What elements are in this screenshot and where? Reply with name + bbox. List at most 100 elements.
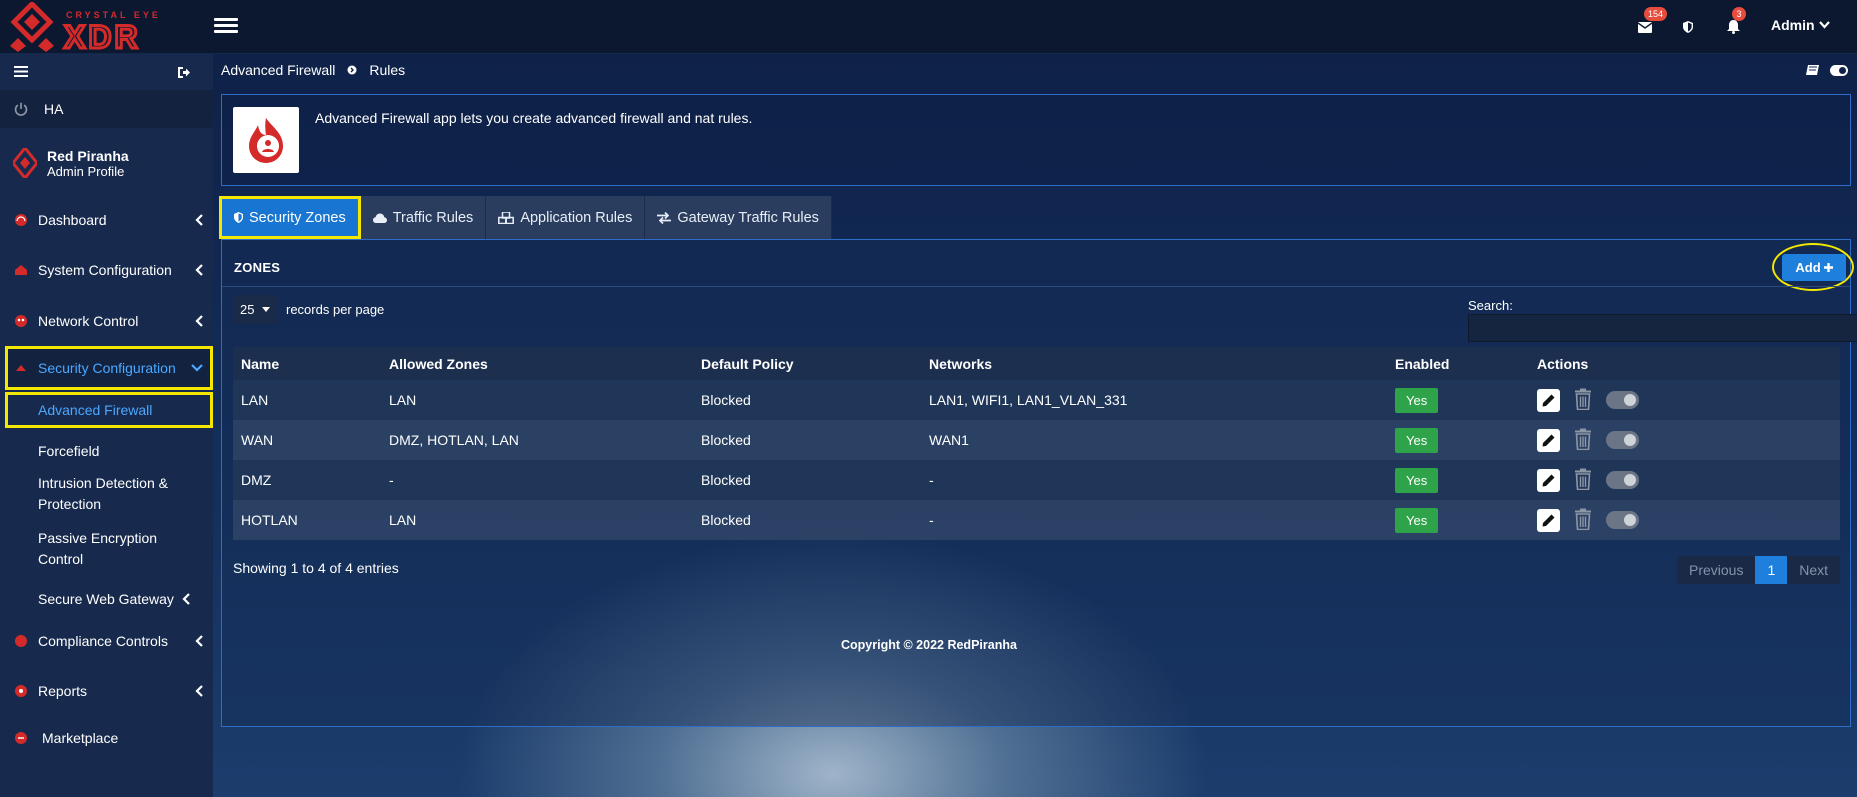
column-header-networks[interactable]: Networks [921, 347, 1387, 380]
delete-button[interactable] [1574, 468, 1592, 493]
security-shield-button[interactable] [1677, 16, 1699, 38]
tab-traffic-rules[interactable]: Traffic Rules [360, 196, 487, 239]
records-per-page-value: 25 [240, 302, 255, 317]
sidebar-subitem-label: Intrusion Detection & [38, 475, 168, 491]
table-row: WAN DMZ, HOTLAN, LAN Blocked WAN1 Yes [233, 420, 1840, 460]
sidebar-item-reports[interactable]: Reports [0, 672, 213, 710]
sidebar-menu-icon[interactable] [14, 66, 28, 77]
search-input[interactable] [1468, 314, 1857, 342]
trash-icon [1575, 428, 1591, 450]
marketplace-icon [14, 731, 28, 745]
previous-page-button[interactable]: Previous [1677, 556, 1756, 584]
zone-policy: Blocked [693, 380, 921, 420]
sidebar-item-dashboard[interactable]: Dashboard [0, 201, 213, 239]
zone-allowed: DMZ, HOTLAN, LAN [381, 420, 693, 460]
zone-actions [1529, 500, 1840, 540]
tab-label: Gateway Traffic Rules [677, 209, 819, 226]
sidebar-collapse-icon[interactable] [178, 67, 190, 78]
next-page-button[interactable]: Next [1787, 556, 1841, 584]
zone-networks: - [921, 460, 1387, 500]
sidebar-subitem-forcefield[interactable]: Forcefield [0, 436, 213, 466]
zone-policy: Blocked [693, 460, 921, 500]
zone-enabled-cell: Yes [1387, 420, 1529, 460]
breadcrumb-item-app[interactable]: Advanced Firewall [221, 62, 335, 78]
toggle-switch-icon[interactable] [1830, 65, 1848, 76]
profile-card[interactable]: Red Piranha Admin Profile [0, 134, 213, 194]
column-header-name[interactable]: Name [233, 347, 381, 380]
edit-button[interactable] [1537, 468, 1560, 492]
plus-icon [1823, 263, 1833, 272]
chevron-left-icon [195, 685, 203, 697]
edit-button[interactable] [1537, 388, 1560, 412]
column-header-allowed-zones[interactable]: Allowed Zones [381, 347, 693, 380]
enabled-badge[interactable]: Yes [1395, 387, 1439, 413]
sidebar-item-compliance-controls[interactable]: Compliance Controls [0, 622, 213, 660]
chevron-left-icon [195, 635, 203, 647]
notifications-button[interactable]: 3 [1722, 7, 1746, 38]
cloud-icon [372, 213, 387, 223]
enable-toggle[interactable] [1606, 471, 1639, 489]
network-icon [14, 314, 28, 328]
sidebar-subitem-secure-web-gateway[interactable]: Secure Web Gateway [0, 584, 213, 614]
sidebar-item-label: Network Control [38, 313, 139, 329]
sidebar-subitem-intrusion-detection[interactable]: Intrusion Detection & Protection [0, 473, 213, 515]
rules-tabs: Security Zones Traffic Rules Application… [219, 196, 832, 239]
security-icon [14, 361, 28, 375]
sidebar-subitem-advanced-firewall[interactable]: Advanced Firewall [5, 392, 213, 428]
zone-networks: - [921, 500, 1387, 540]
enable-toggle[interactable] [1606, 391, 1639, 409]
add-zone-button[interactable]: Add [1782, 254, 1846, 281]
sidebar-item-network-control[interactable]: Network Control [0, 302, 213, 340]
enable-toggle[interactable] [1606, 511, 1639, 529]
tab-label: Security Zones [249, 209, 346, 226]
sidebar-item-label: Compliance Controls [38, 633, 168, 649]
main-menu-toggle-icon[interactable] [214, 15, 238, 37]
page-1-button[interactable]: 1 [1755, 556, 1788, 584]
sidebar-subitem-label: Secure Web Gateway [38, 591, 174, 607]
sidebar-item-label: System Configuration [38, 262, 172, 278]
tab-application-rules[interactable]: Application Rules [486, 196, 646, 239]
enabled-badge[interactable]: Yes [1395, 427, 1439, 453]
column-header-actions: Actions [1529, 347, 1840, 380]
zone-policy: Blocked [693, 420, 921, 460]
column-header-default-policy[interactable]: Default Policy [693, 347, 921, 380]
sidebar-item-marketplace[interactable]: Marketplace [0, 723, 213, 753]
delete-button[interactable] [1574, 388, 1592, 413]
messages-button[interactable]: 154 [1634, 7, 1668, 38]
records-per-page-select[interactable]: 25 [234, 295, 278, 324]
tab-gateway-traffic-rules[interactable]: Gateway Traffic Rules [645, 196, 832, 239]
tab-security-zones[interactable]: Security Zones [219, 196, 361, 239]
sidebar-subitem-label-line2: Control [38, 551, 84, 567]
delete-button[interactable] [1574, 428, 1592, 453]
enabled-badge[interactable]: Yes [1395, 467, 1439, 493]
app-description: Advanced Firewall app lets you create ad… [315, 110, 753, 126]
app-info-card: Advanced Firewall app lets you create ad… [221, 94, 1851, 186]
bell-icon [1726, 20, 1740, 34]
pencil-icon [1542, 434, 1555, 446]
sidebar-item-ha[interactable]: HA [0, 90, 213, 128]
enabled-badge[interactable]: Yes [1395, 507, 1439, 533]
edit-button[interactable] [1537, 508, 1560, 532]
sidebar-subitem-passive-encryption[interactable]: Passive Encryption Control [0, 528, 213, 570]
sidebar: HA Red Piranha Admin Profile Dashboard S… [0, 54, 213, 797]
column-header-enabled[interactable]: Enabled [1387, 347, 1529, 380]
trash-icon [1575, 508, 1591, 530]
sidebar-item-security-configuration[interactable]: Security Configuration [5, 346, 213, 390]
compliance-icon [14, 634, 28, 648]
tab-label: Traffic Rules [392, 209, 474, 226]
sidebar-item-system-configuration[interactable]: System Configuration [0, 251, 213, 289]
table-row: LAN LAN Blocked LAN1, WIFI1, LAN1_VLAN_3… [233, 380, 1840, 420]
chevron-left-icon [195, 315, 203, 327]
pencil-icon [1542, 394, 1555, 406]
chevron-left-icon [195, 214, 203, 226]
sidebar-item-label: Reports [38, 683, 88, 699]
user-menu[interactable]: Admin [1771, 17, 1830, 33]
delete-button[interactable] [1574, 508, 1592, 533]
dashboard-icon [14, 213, 28, 227]
enable-toggle[interactable] [1606, 431, 1639, 449]
records-per-page-label: records per page [286, 302, 385, 317]
add-button-label: Add [1795, 260, 1821, 275]
crystal-eye-xdr-logo[interactable]: CRYSTAL EYE XDR [10, 0, 180, 57]
book-icon[interactable] [1806, 65, 1820, 77]
edit-button[interactable] [1537, 428, 1560, 452]
